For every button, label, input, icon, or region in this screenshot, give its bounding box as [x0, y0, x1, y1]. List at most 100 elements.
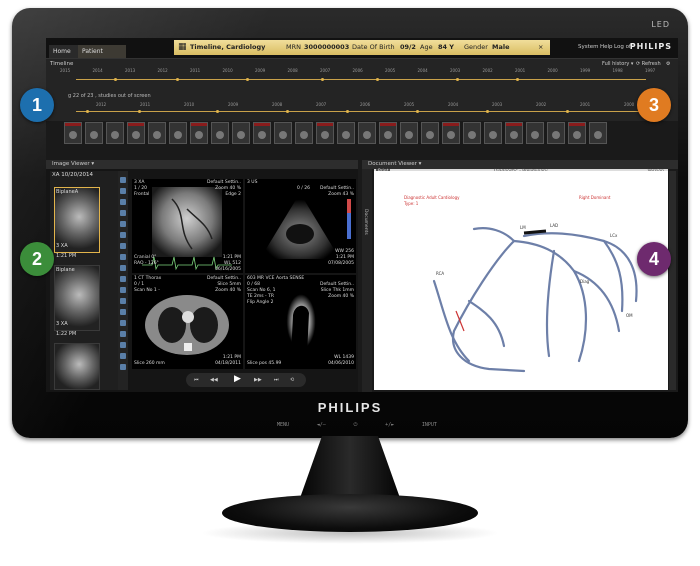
app-brand: PHILIPS [629, 42, 672, 51]
label-om: OM [626, 313, 633, 318]
study-thumbnail[interactable] [484, 122, 502, 144]
study-thumbnail[interactable] [85, 122, 103, 144]
study-thumbnail[interactable] [253, 122, 271, 144]
timeline-study-dot[interactable] [138, 110, 141, 113]
viewport-mr[interactable]: 603 MR VCE Aorta SENSE 0 / 68 Scan No 6,… [245, 275, 356, 369]
timeline-study-dot[interactable] [176, 78, 179, 81]
input-button[interactable]: INPUT [422, 422, 437, 428]
viewer-tool-icon[interactable] [120, 320, 126, 326]
viewer-tool-icon[interactable] [120, 342, 126, 348]
viewer-tool-icon[interactable] [120, 298, 126, 304]
study-thumbnail[interactable] [106, 122, 124, 144]
timeline-study-dot[interactable] [216, 110, 219, 113]
viewer-tool-icon[interactable] [120, 353, 126, 359]
study-thumbnail[interactable] [190, 122, 208, 144]
timeline-study-dot[interactable] [516, 78, 519, 81]
viewer-tool-icon[interactable] [120, 177, 126, 183]
viewer-tool-icon[interactable] [120, 265, 126, 271]
viewport-xa[interactable]: 3 XA 1 / 20 Frontal Default Settin.. Zoo… [132, 179, 243, 273]
timeline-study-dot[interactable] [416, 110, 419, 113]
viewport-ct[interactable]: 1 CT Thorax 0 / 1 Scan No 1 - Default Se… [132, 275, 243, 369]
timeline-study-dot[interactable] [246, 78, 249, 81]
series-thumb-3[interactable] [54, 343, 100, 390]
loop-icon[interactable]: ⟲ [290, 377, 294, 383]
us-tr-0: Default Settin.. [320, 186, 354, 191]
viewer-tool-icon[interactable] [120, 199, 126, 205]
minus-button[interactable]: ◄/– [317, 422, 326, 428]
thumb-flag [191, 123, 207, 126]
play-icon[interactable]: ▶ [234, 374, 241, 384]
menu-button[interactable]: MENU [277, 422, 289, 428]
thumb-image [279, 131, 287, 139]
study-thumbnail[interactable] [589, 122, 607, 144]
document-viewer-label[interactable]: Document Viewer ▾ [362, 161, 421, 167]
study-thumbnail[interactable] [169, 122, 187, 144]
timeline-study-dot[interactable] [286, 110, 289, 113]
banner-close-icon[interactable]: × [538, 40, 543, 55]
timeline-study-dot[interactable] [376, 78, 379, 81]
first-frame-icon[interactable]: ⏮ [194, 377, 199, 383]
timeline-study-dot[interactable] [86, 110, 89, 113]
last-frame-icon[interactable]: ⏭ [274, 377, 279, 383]
timeline-study-dot[interactable] [566, 110, 569, 113]
next-frame-icon[interactable]: ▶▶ [254, 377, 262, 383]
timeline-study-dot[interactable] [486, 110, 489, 113]
study-thumbnail[interactable] [463, 122, 481, 144]
study-thumbnail[interactable] [400, 122, 418, 144]
viewer-tool-icon[interactable] [120, 287, 126, 293]
thumb-flag [380, 123, 396, 126]
us-br-1: 1:21 PM [335, 255, 354, 260]
viewer-tool-icon[interactable] [120, 276, 126, 282]
study-thumbnail[interactable] [379, 122, 397, 144]
study-thumbnail[interactable] [547, 122, 565, 144]
viewer-tool-icon[interactable] [120, 254, 126, 260]
study-thumbnail[interactable] [64, 122, 82, 144]
study-thumbnail[interactable] [442, 122, 460, 144]
study-thumbnail[interactable] [337, 122, 355, 144]
study-thumbnail[interactable] [526, 122, 544, 144]
viewer-tool-icon[interactable] [120, 309, 126, 315]
study-thumbnail[interactable] [358, 122, 376, 144]
study-thumbnail[interactable] [148, 122, 166, 144]
study-thumbnail[interactable] [295, 122, 313, 144]
menu-help[interactable]: Help [600, 44, 613, 50]
label-lcx: LCx [610, 233, 618, 238]
xa-bl-1: RAO - 126° [134, 261, 159, 266]
viewer-tool-icon[interactable] [120, 243, 126, 249]
ct-tr-2: Zoom 40 % [215, 288, 241, 293]
viewer-tool-icon[interactable] [120, 232, 126, 238]
tab-patient[interactable]: Patient [78, 45, 126, 58]
power-button[interactable]: ⏻ [353, 422, 357, 428]
thumb-image [447, 131, 455, 139]
menu-system[interactable]: System [578, 44, 599, 50]
viewport-us[interactable]: 3 US 0 / 26 Default Settin.. Zoom 43 % W… [245, 179, 356, 273]
timeline-year: 2002 [536, 102, 547, 107]
viewer-tool-icon[interactable] [120, 188, 126, 194]
study-thumbnail[interactable] [316, 122, 334, 144]
refresh-button[interactable]: ⟳ Refresh [636, 61, 661, 67]
viewer-tool-icon[interactable] [120, 221, 126, 227]
study-thumbnail[interactable] [421, 122, 439, 144]
timeline-study-dot[interactable] [321, 78, 324, 81]
prev-frame-icon[interactable]: ◀◀ [210, 377, 218, 383]
study-thumbnail[interactable] [127, 122, 145, 144]
viewer-tool-icon[interactable] [120, 331, 126, 337]
documents-tab[interactable]: Documents [363, 209, 368, 235]
study-thumbnail[interactable] [211, 122, 229, 144]
study-thumbnail[interactable] [232, 122, 250, 144]
timeline-study-dot[interactable] [114, 78, 117, 81]
viewer-tool-icon[interactable] [120, 364, 126, 370]
timeline-study-dot[interactable] [346, 110, 349, 113]
settings-icon[interactable]: ⚙ [666, 61, 670, 67]
timeline-study-dot[interactable] [456, 78, 459, 81]
viewer-tool-icon[interactable] [120, 210, 126, 216]
image-viewer-label[interactable]: Image Viewer ▾ [46, 161, 94, 167]
full-history-dropdown[interactable]: Full history ▾ [602, 61, 633, 67]
ct-tr-0: Default Settin.. [207, 276, 241, 281]
document-scrollbar[interactable] [669, 171, 676, 390]
plus-button[interactable]: +/► [385, 422, 394, 428]
study-thumbnail[interactable] [505, 122, 523, 144]
study-thumbnail[interactable] [568, 122, 586, 144]
dob-label: Date Of Birth [352, 43, 395, 51]
study-thumbnail[interactable] [274, 122, 292, 144]
